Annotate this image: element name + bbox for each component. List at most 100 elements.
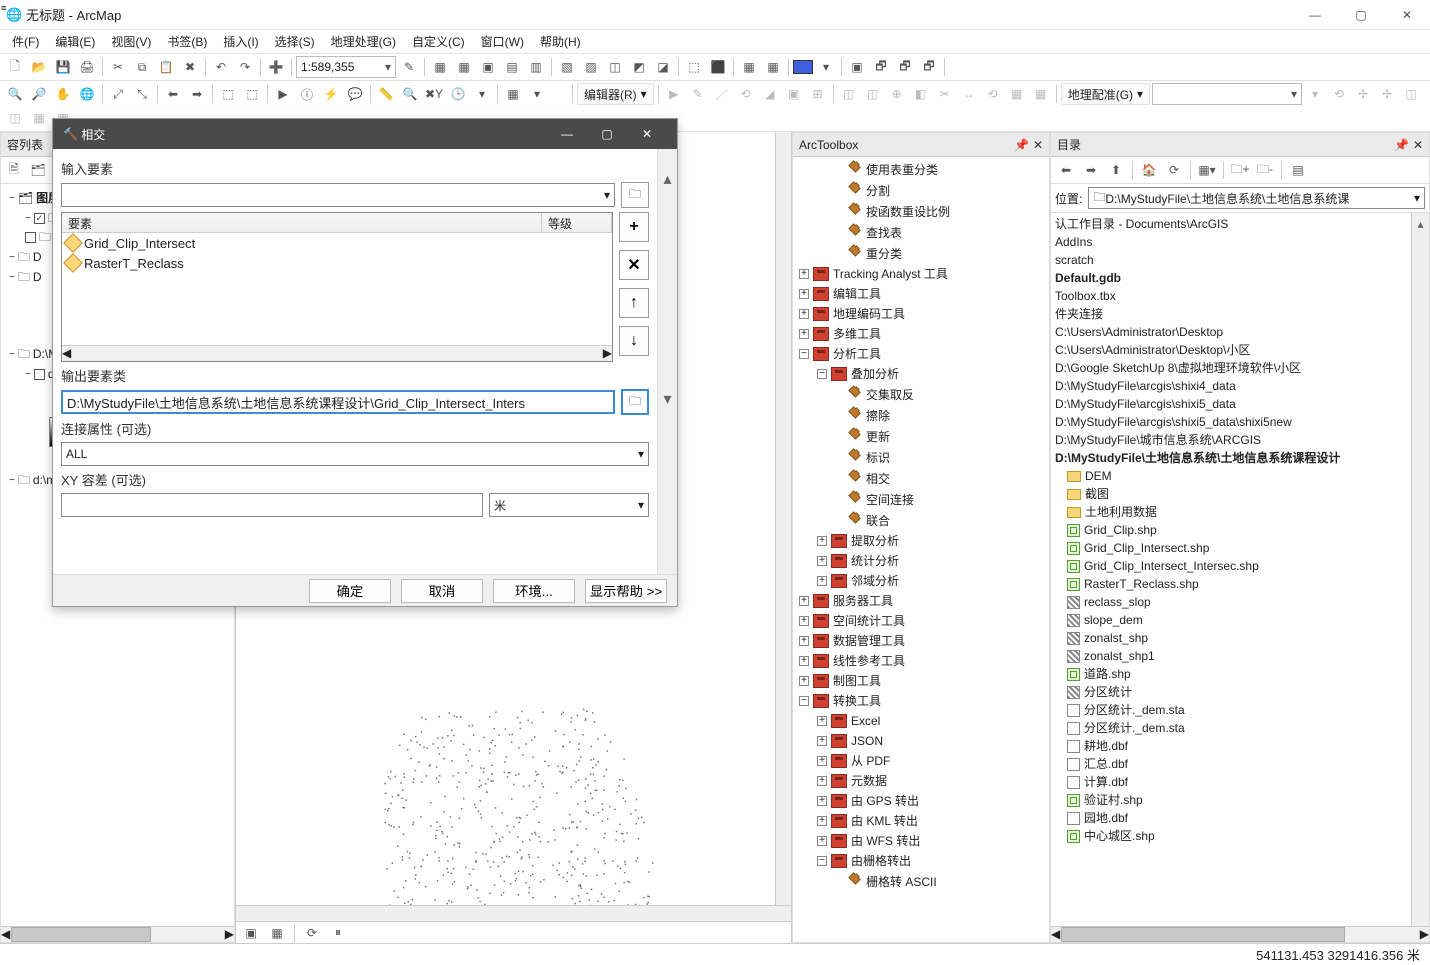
tool7-icon[interactable]: ▨ bbox=[580, 56, 602, 78]
tool13-icon[interactable]: ▦ bbox=[738, 56, 760, 78]
toolbox-item[interactable]: JSON bbox=[851, 731, 883, 751]
pan-icon[interactable]: ✋ bbox=[52, 83, 74, 105]
toolbox-item[interactable]: 邻域分析 bbox=[851, 571, 899, 591]
find-icon[interactable]: 🔍 bbox=[399, 83, 421, 105]
add-data-icon[interactable]: ➕ bbox=[265, 56, 287, 78]
menu-item[interactable]: 件(F) bbox=[4, 31, 47, 52]
cat-toggle-icon[interactable]: ▤ bbox=[1287, 159, 1309, 181]
env-button[interactable]: 环境... bbox=[493, 579, 575, 603]
toolbox-item[interactable]: 空间统计工具 bbox=[833, 611, 905, 631]
undo-icon[interactable]: ↶ bbox=[210, 56, 232, 78]
input-combo[interactable]: ▾ bbox=[61, 183, 615, 207]
cat-view-icon[interactable]: ▦▾ bbox=[1196, 159, 1218, 181]
catalog-item[interactable]: 件夹连接 bbox=[1055, 305, 1103, 323]
catalog-item[interactable]: 截图 bbox=[1085, 485, 1109, 503]
toolbox-item[interactable]: 地理编码工具 bbox=[833, 304, 905, 324]
expand-icon[interactable]: + bbox=[817, 576, 827, 586]
new-icon[interactable]: 🗋 bbox=[4, 56, 26, 78]
cat-disconnect-icon[interactable]: 🗀- bbox=[1254, 159, 1276, 181]
toolbox-item[interactable]: 由栅格转出 bbox=[851, 851, 911, 871]
xy-input[interactable] bbox=[61, 493, 483, 517]
tool5-icon[interactable]: ▥ bbox=[525, 56, 547, 78]
redo-icon[interactable]: ↷ bbox=[234, 56, 256, 78]
time-icon[interactable]: 🕒 bbox=[447, 83, 469, 105]
menu-item[interactable]: 地理处理(G) bbox=[323, 31, 404, 52]
tool-item[interactable]: 分割 bbox=[866, 181, 890, 201]
toc-source-icon[interactable]: 🗂 bbox=[27, 159, 49, 181]
tool-item[interactable]: 标识 bbox=[866, 448, 890, 468]
menu-item[interactable]: 选择(S) bbox=[267, 31, 323, 52]
menu-item[interactable]: 自定义(C) bbox=[404, 31, 473, 52]
catalog-item[interactable]: 汇总.dbf bbox=[1084, 755, 1128, 773]
tool1-icon[interactable]: ▦ bbox=[429, 56, 451, 78]
move-down-button[interactable]: ↓ bbox=[619, 326, 649, 356]
dlg-close-icon[interactable]: ✕ bbox=[627, 119, 667, 149]
catalog-item[interactable]: D:\MyStudyFile\城市信息系统\ARCGIS bbox=[1055, 431, 1261, 449]
measure-icon[interactable]: 📏 bbox=[375, 83, 397, 105]
catalog-item[interactable]: reclass_slop bbox=[1084, 593, 1151, 611]
join-combo[interactable]: ALL▾ bbox=[61, 442, 649, 466]
tool2-icon[interactable]: ▦ bbox=[453, 56, 475, 78]
cat-scroll-v[interactable]: ▴ bbox=[1411, 213, 1429, 926]
dlg-min-icon[interactable]: — bbox=[547, 119, 587, 149]
expand-icon[interactable]: + bbox=[817, 556, 827, 566]
tool15-icon[interactable]: ▣ bbox=[846, 56, 868, 78]
catalog-item[interactable]: Toolbox.tbx bbox=[1055, 287, 1116, 305]
menu-item[interactable]: 编辑(E) bbox=[47, 31, 103, 52]
expand-icon[interactable]: + bbox=[799, 656, 809, 666]
zoom-out-icon[interactable]: 🔎 bbox=[28, 83, 50, 105]
toolbox-item[interactable]: 叠加分析 bbox=[851, 364, 899, 384]
next-extent-icon[interactable]: ➡ bbox=[186, 83, 208, 105]
html-popup-icon[interactable]: 💬 bbox=[344, 83, 366, 105]
georef-menu[interactable]: 地理配准(G)▾ bbox=[1061, 83, 1150, 105]
expand-icon[interactable]: + bbox=[799, 289, 809, 299]
dlg-max-icon[interactable]: ▢ bbox=[587, 119, 627, 149]
expand-icon[interactable]: − bbox=[817, 856, 827, 866]
toolbox-item[interactable]: 由 KML 转出 bbox=[851, 811, 918, 831]
dd-icon[interactable]: ▾ bbox=[815, 56, 837, 78]
paste-icon[interactable]: 📋 bbox=[155, 56, 177, 78]
prev-extent-icon[interactable]: ⬅ bbox=[162, 83, 184, 105]
toc-list-icon[interactable]: 🗎 bbox=[3, 159, 25, 181]
toolbox-item[interactable]: 转换工具 bbox=[833, 691, 881, 711]
catalog-item[interactable]: D:\MyStudyFile\土地信息系统\土地信息系统课程设计 bbox=[1055, 449, 1340, 467]
toolbox-item[interactable]: 提取分析 bbox=[851, 531, 899, 551]
layoutview-icon[interactable]: ▦ bbox=[266, 922, 288, 944]
catalog-item[interactable]: RasterT_Reclass.shp bbox=[1084, 575, 1199, 593]
hyperlink-icon[interactable]: ⚡ bbox=[320, 83, 342, 105]
tool4-icon[interactable]: ▤ bbox=[501, 56, 523, 78]
tool3-icon[interactable]: ▣ bbox=[477, 56, 499, 78]
expand-icon[interactable]: + bbox=[799, 309, 809, 319]
toolbox-item[interactable]: 由 GPS 转出 bbox=[851, 791, 919, 811]
expand-icon[interactable]: + bbox=[799, 329, 809, 339]
full-extent-icon[interactable]: 🌐 bbox=[76, 83, 98, 105]
catalog-item[interactable]: 道路.shp bbox=[1084, 665, 1131, 683]
close-button[interactable]: ✕ bbox=[1384, 0, 1430, 30]
scale-combo[interactable]: 1:589,355▾ bbox=[296, 56, 396, 78]
map-scroll-h[interactable] bbox=[236, 905, 791, 921]
toolbox-item[interactable]: Excel bbox=[851, 711, 880, 731]
pointer-icon[interactable]: ▶ bbox=[272, 83, 294, 105]
tool-item[interactable]: 查找表 bbox=[866, 223, 902, 243]
catalog-item[interactable]: Grid_Clip.shp bbox=[1084, 521, 1157, 539]
expand-icon[interactable]: + bbox=[817, 836, 827, 846]
xy-icon[interactable]: ✖Y bbox=[423, 83, 445, 105]
catalog-item[interactable]: C:\Users\Administrator\Desktop\小区 bbox=[1055, 341, 1250, 359]
cat-up-icon[interactable]: ⬆ bbox=[1105, 159, 1127, 181]
clear-sel-icon[interactable]: ⬚ bbox=[241, 83, 263, 105]
cat-back-icon[interactable]: ⬅ bbox=[1055, 159, 1077, 181]
tool-b-icon[interactable]: ▦ bbox=[502, 83, 524, 105]
catalog-item[interactable]: D:\MyStudyFile\arcgis\shixi5_data\shixi5… bbox=[1055, 413, 1292, 431]
tool-item[interactable]: 擦除 bbox=[866, 406, 890, 426]
catalog-item[interactable]: zonalst_shp1 bbox=[1084, 647, 1155, 665]
scroll-down-icon[interactable]: ▾ bbox=[663, 389, 671, 409]
expand-icon[interactable]: − bbox=[799, 349, 809, 359]
toolbox-item[interactable]: 编辑工具 bbox=[833, 284, 881, 304]
catalog-item[interactable]: slope_dem bbox=[1084, 611, 1143, 629]
expand-icon[interactable]: + bbox=[799, 616, 809, 626]
expand-icon[interactable]: + bbox=[817, 796, 827, 806]
expand-icon[interactable]: − bbox=[817, 369, 827, 379]
toolbox-item[interactable]: 数据管理工具 bbox=[833, 631, 905, 651]
panel-close-icon[interactable]: ✕ bbox=[1413, 138, 1423, 152]
color-swatch-icon[interactable] bbox=[793, 60, 813, 74]
